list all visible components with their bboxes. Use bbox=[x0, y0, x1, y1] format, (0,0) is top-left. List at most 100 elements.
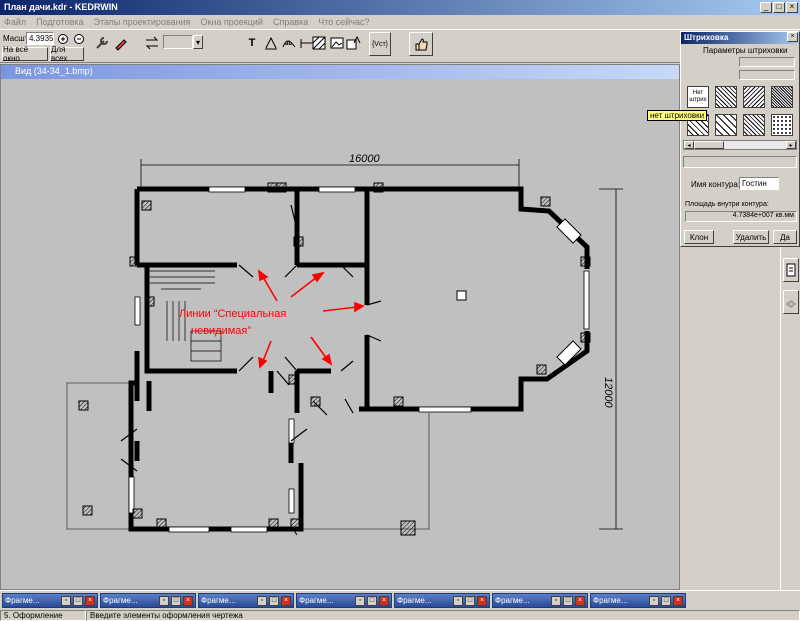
layer-select[interactable] bbox=[163, 35, 193, 49]
menu-prep[interactable]: Подготовка bbox=[36, 17, 83, 27]
hatch-panel: Штриховка × Параметры штриховки Нет штри… bbox=[680, 31, 800, 247]
fragment-tab-label: Фрагме... bbox=[201, 596, 236, 605]
area-value: 4.7384e+007 кв.мм bbox=[685, 211, 797, 222]
close-icon[interactable]: × bbox=[281, 595, 291, 606]
hatch-panel-close-button[interactable]: × bbox=[787, 32, 798, 42]
restore-icon[interactable]: ▫ bbox=[355, 595, 365, 606]
thumbs-up-icon[interactable] bbox=[409, 32, 433, 56]
maximize-icon[interactable]: □ bbox=[171, 595, 181, 606]
formula-button[interactable]: {Vст} bbox=[369, 32, 391, 56]
restore-icon[interactable]: ▫ bbox=[649, 595, 659, 606]
hatch-swatch-wide[interactable] bbox=[715, 114, 737, 136]
delete-button[interactable]: Удалить bbox=[733, 230, 769, 244]
fit-window-button[interactable]: На всё окно bbox=[2, 45, 48, 63]
restore-icon[interactable]: ▫ bbox=[61, 595, 71, 606]
title-bar: План дачи.kdr - KEDRWIN bbox=[0, 0, 800, 15]
document-window: Вид (34-34_1.bmp) 16000 12000 Линии “Спе… bbox=[0, 64, 680, 590]
fragment-tab-label: Фрагме... bbox=[495, 596, 530, 605]
yes-button[interactable]: Да bbox=[773, 230, 797, 244]
hatch-param-field-2[interactable] bbox=[739, 70, 795, 80]
status-hint: Введите элементы оформления чертежа bbox=[86, 610, 800, 621]
hatch-swatch-diagonal-reverse[interactable] bbox=[743, 86, 765, 108]
close-button[interactable]: × bbox=[786, 2, 798, 13]
pencil-erase-icon[interactable] bbox=[111, 33, 131, 53]
dim-vertical-label: 12000 bbox=[602, 377, 614, 408]
contour-name-label: Имя контура: bbox=[691, 180, 741, 189]
hatch-swatch-diagonal[interactable] bbox=[715, 86, 737, 108]
menu-what-now[interactable]: Что сейчас? bbox=[318, 17, 369, 27]
close-icon[interactable]: × bbox=[477, 595, 487, 606]
walls bbox=[128, 186, 590, 532]
hatch-param-field-1[interactable] bbox=[739, 57, 795, 67]
dim-horizontal-label: 16000 bbox=[349, 153, 380, 165]
layers-icon[interactable] bbox=[783, 290, 799, 314]
fragment-tab-label: Фрагме... bbox=[397, 596, 432, 605]
close-icon[interactable]: × bbox=[673, 595, 683, 606]
maximize-icon[interactable]: □ bbox=[73, 595, 83, 606]
contour-name-input[interactable]: Гостин bbox=[739, 177, 779, 190]
maximize-icon[interactable]: □ bbox=[465, 595, 475, 606]
close-icon[interactable]: × bbox=[379, 595, 389, 606]
close-icon[interactable]: × bbox=[183, 595, 193, 606]
text-angle-icon[interactable] bbox=[261, 33, 281, 53]
fragment-tab[interactable]: Фрагме... ▫ □ × bbox=[2, 593, 98, 608]
hatch-icon[interactable] bbox=[309, 33, 329, 53]
hatch-swatch-medium[interactable] bbox=[743, 114, 765, 136]
fragment-tab-label: Фрагме... bbox=[593, 596, 628, 605]
centroid-marker-icon[interactable] bbox=[456, 290, 467, 301]
hatch-swatch-dense[interactable] bbox=[771, 86, 793, 108]
no-hatch-swatch[interactable]: Нет штрих bbox=[687, 86, 709, 108]
menu-help[interactable]: Справка bbox=[273, 17, 308, 27]
restore-icon[interactable]: ▫ bbox=[159, 595, 169, 606]
menu-views[interactable]: Окна проекций bbox=[201, 17, 263, 27]
hatch-style-select[interactable] bbox=[683, 156, 797, 168]
hatch-swatch-dots[interactable] bbox=[771, 114, 793, 136]
fragment-tab[interactable]: Фрагме... ▫ □ × bbox=[198, 593, 294, 608]
fragment-tab-label: Фрагме... bbox=[103, 596, 138, 605]
fragment-tab[interactable]: Фрагме... ▫ □ × bbox=[590, 593, 686, 608]
close-icon[interactable]: × bbox=[85, 595, 95, 606]
windows bbox=[128, 186, 590, 533]
fragment-tab[interactable]: Фрагме... ▫ □ × bbox=[394, 593, 490, 608]
layer-select-dropdown[interactable]: ▾ bbox=[193, 35, 203, 49]
fragment-tab-label: Фрагме... bbox=[5, 596, 40, 605]
object-props-icon[interactable] bbox=[783, 258, 799, 282]
menu-stages[interactable]: Этапы проектирования bbox=[94, 17, 191, 27]
annotation-text-line2: невидимая” bbox=[191, 325, 251, 337]
fragment-tab[interactable]: Фрагме... ▫ □ × bbox=[100, 593, 196, 608]
scale-label: Масшт bbox=[3, 34, 29, 43]
no-hatch-tooltip: нет штриховки bbox=[647, 110, 708, 121]
fragment-tab[interactable]: Фрагме... ▫ □ × bbox=[492, 593, 588, 608]
fragments-taskbar: Фрагме... ▫ □ × Фрагме... ▫ □ × Фрагме... ▫ □ × Ф… bbox=[0, 590, 800, 610]
text-tool-icon[interactable]: T bbox=[242, 33, 262, 53]
text-curve-icon[interactable]: ab bbox=[279, 33, 299, 53]
restore-icon[interactable]: ▫ bbox=[257, 595, 267, 606]
restore-icon[interactable]: ▫ bbox=[551, 595, 561, 606]
swap-arrows-icon[interactable] bbox=[142, 33, 162, 53]
maximize-icon[interactable]: □ bbox=[367, 595, 377, 606]
image-text-icon[interactable] bbox=[344, 33, 364, 53]
clone-button[interactable]: Клон bbox=[684, 230, 714, 244]
hatch-params-label: Параметры штриховки bbox=[703, 46, 788, 55]
minimize-button[interactable]: _ bbox=[760, 2, 772, 13]
maximize-button[interactable]: □ bbox=[773, 2, 785, 13]
wrench-icon[interactable] bbox=[92, 33, 112, 53]
annotation-text-line1: Линии “Специальная bbox=[179, 308, 286, 320]
drawing-canvas[interactable]: 16000 12000 Линии “Специальная невидимая… bbox=[7, 83, 667, 589]
special-invisible-lines bbox=[120, 204, 382, 472]
maximize-icon[interactable]: □ bbox=[661, 595, 671, 606]
menu-bar: Файл Подготовка Этапы проектирования Окн… bbox=[0, 15, 800, 29]
status-bar: 5. Оформление Введите элементы оформлени… bbox=[0, 610, 800, 621]
columns bbox=[78, 182, 591, 536]
menu-file[interactable]: Файл bbox=[4, 17, 26, 27]
hatch-scrollbar[interactable]: ◂ ▸ bbox=[683, 140, 797, 150]
hatch-panel-title: Штриховка bbox=[681, 32, 799, 44]
restore-icon[interactable]: ▫ bbox=[453, 595, 463, 606]
fit-all-button[interactable]: Для всех bbox=[50, 45, 84, 63]
scale-input[interactable]: 4.3935 bbox=[26, 32, 54, 45]
close-icon[interactable]: × bbox=[575, 595, 585, 606]
maximize-icon[interactable]: □ bbox=[563, 595, 573, 606]
status-step: 5. Оформление bbox=[0, 610, 86, 621]
fragment-tab[interactable]: Фрагме... ▫ □ × bbox=[296, 593, 392, 608]
maximize-icon[interactable]: □ bbox=[269, 595, 279, 606]
